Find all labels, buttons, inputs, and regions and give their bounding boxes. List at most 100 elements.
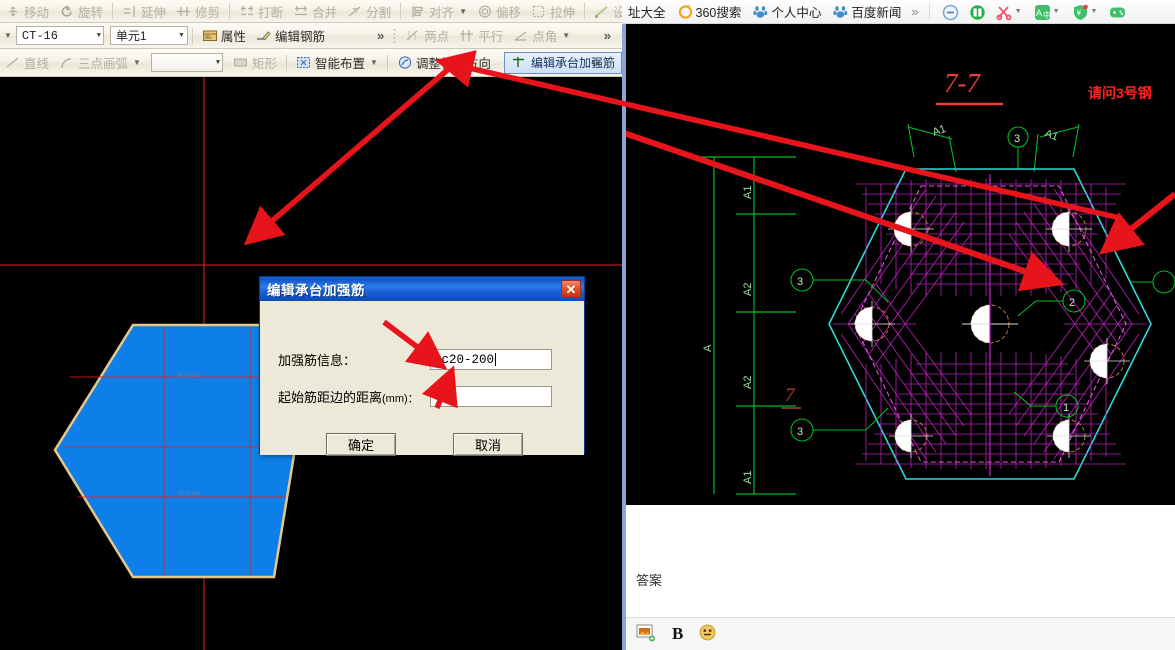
rotate-icon	[59, 4, 75, 19]
rebar-info-value: 8c20-200	[434, 352, 495, 367]
chevron-down-icon[interactable]: ▼	[133, 58, 141, 67]
shield-icon: ¥	[1072, 4, 1088, 20]
chevron-down-icon[interactable]: ▼	[210, 59, 220, 67]
callout-3-upper: 3	[790, 268, 889, 303]
screenshot-button[interactable]: ▼	[990, 4, 1028, 21]
bookmark-baidu-news[interactable]: 百度新闻	[827, 2, 907, 21]
split-screen-button[interactable]	[963, 4, 990, 20]
toolbar-grip[interactable]	[610, 54, 613, 71]
merge-icon	[293, 4, 309, 19]
toolbar-overflow-chevron-2[interactable]: »	[599, 28, 616, 43]
page-content: 7-7 请问3号钢 A1 A2 A2 A1 A A1 A1 3 3 3 7 2 …	[622, 24, 1175, 650]
smart-layout-button[interactable]: 智能布置 ▼	[291, 53, 383, 73]
bold-icon[interactable]: B	[672, 624, 683, 644]
shield-button[interactable]: ¥ ▼	[1066, 4, 1104, 20]
chevron-down-icon[interactable]: ▼	[172, 32, 185, 39]
rebar-info-input[interactable]: 8c20-200	[430, 349, 552, 370]
close-icon[interactable]: ✕	[561, 280, 581, 298]
toolbar-set-grip-button[interactable]: 设置夹点	[589, 1, 622, 21]
chevron-down-icon[interactable]: ▼	[370, 58, 378, 67]
dialog-title-bar[interactable]: 编辑承台加强筋 ✕	[260, 277, 584, 301]
chevron-down-icon[interactable]: ▼	[459, 7, 467, 16]
smart-layout-icon	[296, 55, 312, 70]
rebar-info-label: 加强筋信息：	[278, 353, 357, 368]
toolbar-merge-button[interactable]: 合并	[288, 1, 342, 21]
chevron-down-icon[interactable]: ▼	[562, 31, 570, 40]
chevron-down-icon[interactable]: ▼	[91, 32, 101, 40]
unit-combo[interactable]: 单元1 ▼	[109, 26, 188, 45]
toolbar-extend-label: 延伸	[141, 5, 167, 20]
rectangle-button[interactable]: 矩形	[228, 53, 282, 73]
toolbar-align-button[interactable]: 对齐 ▼	[405, 1, 472, 21]
smart-layout-label: 智能布置	[315, 57, 366, 71]
svg-text:3: 3	[797, 426, 803, 438]
parallel-icon	[459, 28, 475, 43]
chevron-down-icon[interactable]: ▼	[1091, 8, 1098, 15]
toolbar-rotate-button[interactable]: 旋转	[54, 1, 108, 21]
chevron-down-icon[interactable]: ▼	[1053, 8, 1060, 15]
draw-style-combo[interactable]: ▼	[150, 53, 224, 72]
svg-text:7: 7	[785, 385, 796, 406]
bookmarks-overflow-chevron[interactable]: »	[907, 4, 922, 19]
toolbar-separator	[229, 3, 231, 19]
adjust-rebar-direction-button[interactable]: 调整钢筋方向	[392, 53, 496, 73]
cad-toolbar-row-component: ▼ CT-16 ▼ 单元1 ▼ 属性 编辑钢筋 » 两点 平行 点角 ▼ »	[0, 23, 622, 49]
properties-button[interactable]: 属性	[197, 26, 251, 46]
rectangle-label: 矩形	[252, 57, 278, 71]
block-icon	[942, 4, 958, 21]
toolbar-trim-label: 修剪	[195, 5, 221, 20]
answer-input-area[interactable]: 答案	[626, 505, 1175, 617]
toolbar-split-button[interactable]: 分割	[342, 1, 396, 21]
toolbar-overflow-chevron[interactable]: »	[372, 28, 389, 43]
toolbar-move-button[interactable]: 移动	[0, 1, 54, 21]
ok-button[interactable]: 确定	[326, 433, 396, 456]
edit-rebar-button[interactable]: 编辑钢筋	[251, 26, 330, 46]
baidu-paw-icon	[753, 4, 768, 19]
chevron-down-icon[interactable]: ▼	[4, 31, 12, 40]
cad-drawing-image[interactable]: 7-7 请问3号钢 A1 A2 A2 A1 A A1 A1 3 3 3 7 2 …	[626, 24, 1175, 505]
toolbar-overflow-chevron-3[interactable]: »	[587, 55, 604, 70]
move-icon	[5, 4, 21, 19]
toolbar-stretch-button[interactable]: 拉伸	[526, 1, 580, 21]
two-point-icon	[405, 28, 421, 43]
parallel-label: 平行	[478, 30, 504, 44]
edit-cap-rebar-button[interactable]: 编辑承台加强筋	[503, 51, 622, 74]
translate-button[interactable]: A中 ▼	[1028, 4, 1066, 20]
edit-cap-rebar-icon	[511, 55, 527, 70]
insert-image-icon[interactable]	[636, 624, 656, 645]
toolbar-extend-button[interactable]: 延伸	[117, 1, 171, 21]
properties-icon	[202, 28, 218, 43]
point-angle-button[interactable]: 点角 ▼	[508, 26, 575, 46]
chevron-down-icon[interactable]: ▼	[1015, 8, 1022, 15]
svg-text:A1: A1	[931, 123, 948, 139]
toolbar-offset-button[interactable]: 偏移	[472, 1, 526, 21]
start-distance-input[interactable]: 40	[430, 386, 552, 407]
three-point-arc-button[interactable]: 三点画弧 ▼	[54, 53, 146, 73]
toolbar-break-button[interactable]: 打断	[234, 1, 288, 21]
bookmark-360-search[interactable]: 360搜索	[672, 2, 748, 21]
callout-3-right	[1131, 270, 1175, 294]
block-ads-button[interactable]	[936, 4, 963, 21]
two-point-button[interactable]: 两点	[400, 26, 454, 46]
point-angle-label: 点角	[532, 30, 558, 44]
toolbar-trim-button[interactable]: 修剪	[171, 1, 225, 21]
cancel-button[interactable]: 取消	[453, 433, 523, 456]
bookmark-folder-item[interactable]: 址大全	[622, 2, 672, 21]
answer-label: 答案	[636, 573, 663, 588]
emoticon-icon[interactable]	[699, 624, 716, 644]
edit-cap-rebar-dialog[interactable]: 编辑承台加强筋 ✕ 加强筋信息： 8c20-200 起始筋距边的距离(mm)： …	[259, 276, 585, 456]
dim-label-a1-top: A1	[742, 186, 754, 199]
toolbar-separator	[386, 54, 388, 71]
line-button[interactable]: 直线	[0, 53, 54, 73]
game-button[interactable]	[1103, 4, 1130, 19]
rebar-info-field-row: 加强筋信息： 8c20-200	[278, 349, 552, 370]
start-distance-unit: (mm)：	[382, 393, 419, 405]
component-type-combo[interactable]: CT-16 ▼	[15, 26, 104, 45]
svg-text:2: 2	[1069, 297, 1075, 309]
toolbar-grip[interactable]	[393, 27, 397, 44]
bookmark-label-1: 360搜索	[695, 6, 742, 20]
parallel-button[interactable]: 平行	[454, 26, 508, 46]
bookmark-personal-center[interactable]: 个人中心	[747, 2, 827, 21]
svg-text:7-7: 7-7	[944, 68, 981, 98]
screenshot-root: 移动 旋转 延伸 修剪 打断 合并 分割 对齐 ▼ 偏移 拉伸 ▼ CT-16 …	[0, 0, 1175, 650]
